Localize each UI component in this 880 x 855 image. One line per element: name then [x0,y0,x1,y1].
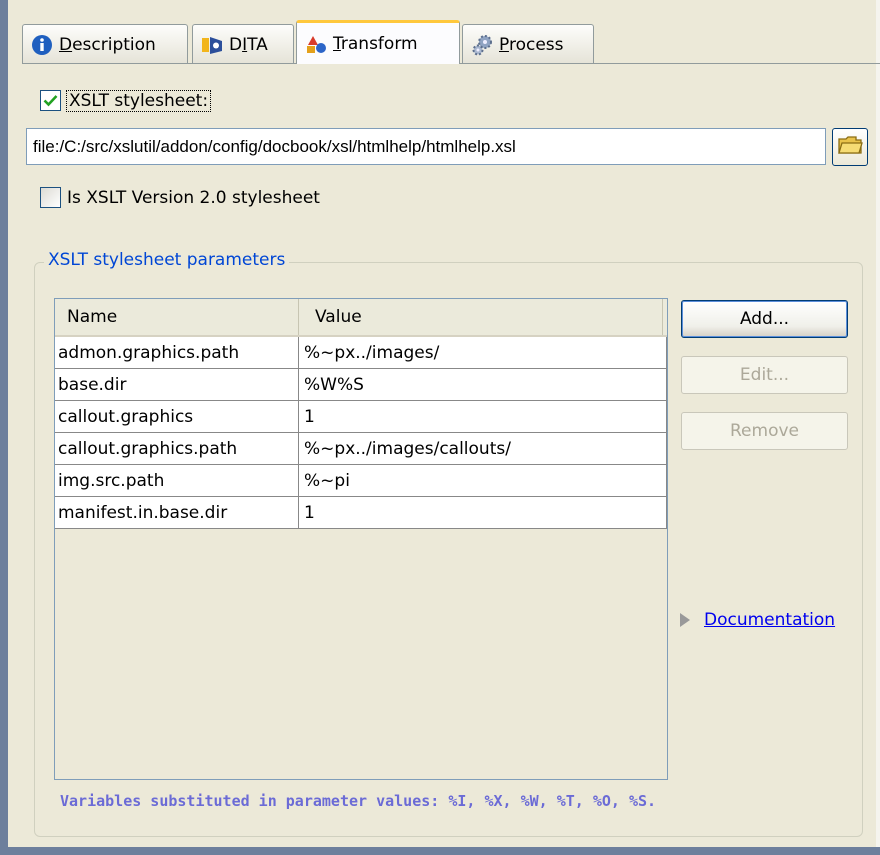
xslt-stylesheet-label: XSLT stylesheet: [65,89,212,112]
tab-transform[interactable]: Transform [296,20,460,64]
table-row[interactable]: img.src.path %~pi [55,465,667,497]
window-right-edge [876,0,880,855]
expand-triangle-icon[interactable] [680,613,690,627]
table-row[interactable]: admon.graphics.path %~px../images/ [55,337,667,369]
documentation-link[interactable]: Documentation [704,610,835,630]
table-header: Name Value [55,299,667,337]
parameters-group-title: XSLT stylesheet parameters [44,250,290,270]
xslt-stylesheet-checkbox[interactable]: XSLT stylesheet: [40,89,212,112]
param-value-cell[interactable]: %~px../images/ [299,337,667,368]
transform-icon [305,33,327,55]
xslt-version2-label: Is XSLT Version 2.0 stylesheet [67,187,320,208]
param-name-cell[interactable]: callout.graphics.path [55,433,299,464]
table-row[interactable]: callout.graphics 1 [55,401,667,433]
param-name-cell[interactable]: admon.graphics.path [55,337,299,368]
dita-icon [201,34,223,56]
checkbox-unchecked-icon[interactable] [40,187,61,208]
window-bottom-edge [0,847,880,855]
browse-button[interactable] [832,128,868,166]
param-value-cell[interactable]: 1 [299,497,667,528]
param-name-cell[interactable]: callout.graphics [55,401,299,432]
tab-process-label: Process [499,34,564,55]
window-top-edge [0,0,880,6]
tab-bar: Description DITA Transform Process [22,20,880,64]
tab-process[interactable]: Process [462,24,594,64]
parameters-table[interactable]: Name Value admon.graphics.path %~px../ima… [54,298,668,780]
xslt-version2-checkbox[interactable]: Is XSLT Version 2.0 stylesheet [40,187,320,208]
param-name-cell[interactable]: img.src.path [55,465,299,496]
folder-icon [837,134,863,161]
tab-dita-label: DITA [229,34,268,55]
tab-description-label: Description [59,34,156,55]
add-button[interactable]: Add... [681,300,848,338]
param-value-cell[interactable]: %~px../images/callouts/ [299,433,667,464]
table-body: admon.graphics.path %~px../images/base.di… [55,337,667,529]
documentation-toggle[interactable]: Documentation [680,610,835,630]
param-value-cell[interactable]: 1 [299,401,667,432]
param-name-cell[interactable]: base.dir [55,369,299,400]
column-header-name[interactable]: Name [55,299,299,335]
table-row[interactable]: manifest.in.base.dir 1 [55,497,667,529]
param-name-cell[interactable]: manifest.in.base.dir [55,497,299,528]
param-value-cell[interactable]: %W%S [299,369,667,400]
xslt-path-field[interactable]: file:/C:/src/xslutil/addon/config/docboo… [26,128,826,165]
window-left-edge [0,0,8,855]
variables-note: Variables substituted in parameter value… [60,792,657,810]
table-row[interactable]: callout.graphics.path %~px../images/callo… [55,433,667,465]
checkbox-checked-icon[interactable] [40,90,61,111]
edit-button[interactable]: Edit... [681,356,848,394]
tab-description[interactable]: Description [22,24,188,64]
param-value-cell[interactable]: %~pi [299,465,667,496]
remove-button[interactable]: Remove [681,412,848,450]
table-row[interactable]: base.dir %W%S [55,369,667,401]
tab-transform-label: Transform [333,33,418,54]
tab-dita[interactable]: DITA [192,24,294,64]
column-header-value[interactable]: Value [299,299,663,335]
gears-icon [471,34,493,56]
info-icon [31,34,53,56]
